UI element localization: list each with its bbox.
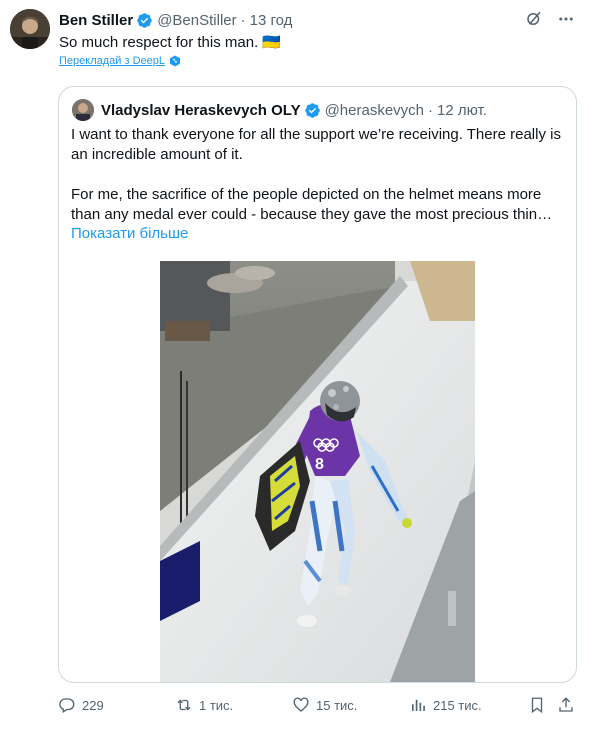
views-button[interactable]: 215 тис. <box>409 694 482 716</box>
repost-count: 1 тис. <box>199 697 234 713</box>
grok-icon[interactable] <box>524 9 544 29</box>
separator-dot: · <box>428 101 434 119</box>
quoted-tweet-card[interactable]: Vladyslav Heraskevych OLY @heraskevych ·… <box>58 86 577 683</box>
tweet-actions-bar: 229 1 тис. 15 тис. 215 тис. <box>58 694 578 716</box>
share-icon <box>559 697 573 712</box>
separator-dot: · <box>240 11 246 29</box>
reply-button[interactable]: 229 <box>58 694 104 716</box>
repost-icon <box>177 699 191 711</box>
views-icon <box>412 699 425 711</box>
quoted-paragraph-1: I want to thank everyone for all the sup… <box>71 126 561 163</box>
author-name[interactable]: Ben Stiller <box>59 12 133 29</box>
author-handle[interactable]: @BenStiller <box>157 12 236 29</box>
share-button[interactable] <box>557 694 575 716</box>
quoted-header: Vladyslav Heraskevych OLY @heraskevych ·… <box>101 99 487 121</box>
translate-label[interactable]: Перекладай з DeepL <box>59 55 165 67</box>
reply-icon <box>59 698 75 713</box>
author-avatar[interactable] <box>10 9 50 49</box>
view-count: 215 тис. <box>433 697 482 713</box>
deepl-icon <box>169 55 180 67</box>
show-more-link[interactable]: Показати більше <box>71 225 188 242</box>
translate-link[interactable]: Перекладай з DeepL <box>59 55 181 67</box>
like-button[interactable]: 15 тис. <box>292 694 357 716</box>
quoted-author-name[interactable]: Vladyslav Heraskevych OLY <box>101 102 301 119</box>
like-count: 15 тис. <box>316 697 358 713</box>
top-actions <box>524 9 576 29</box>
verified-badge-icon <box>304 102 320 118</box>
bookmark-icon <box>531 697 543 714</box>
more-options-icon[interactable] <box>556 9 576 29</box>
repost-button[interactable]: 1 тис. <box>175 694 233 716</box>
heart-icon <box>293 697 309 712</box>
quoted-paragraph-2: For me, the sacrifice of the people depi… <box>71 186 553 223</box>
bookmark-button[interactable] <box>528 694 546 716</box>
tweet-time[interactable]: 13 год <box>250 12 293 29</box>
quoted-author-handle[interactable]: @heraskevych <box>325 102 424 119</box>
quoted-author-avatar[interactable] <box>72 99 94 121</box>
tweet-header: Ben Stiller @BenStiller · 13 год <box>59 10 529 30</box>
quoted-tweet-time[interactable]: 12 лют. <box>437 102 487 119</box>
verified-badge-icon <box>137 12 152 28</box>
reply-count: 229 <box>82 697 104 713</box>
quoted-tweet-photo[interactable]: 8 <box>160 261 475 682</box>
tweet-text: So much respect for this man. 🇺🇦 <box>59 34 282 51</box>
athlete-bib-number: 8 <box>315 456 324 473</box>
